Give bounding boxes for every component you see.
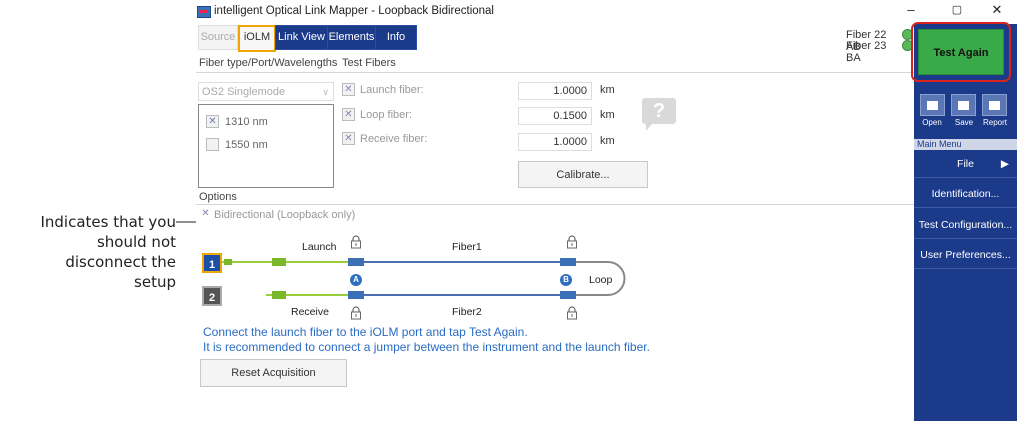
loop-fiber-label: Loop fiber: xyxy=(360,109,412,121)
fiber-type-value: OS2 Singlemode xyxy=(202,86,286,98)
launch-fiber-input[interactable]: 1.0000 xyxy=(518,82,592,100)
floppy-icon xyxy=(958,101,969,110)
receive-fiber-checkbox[interactable]: ✕ xyxy=(342,132,355,145)
application-window: intelligent Optical Link Mapper - Loopba… xyxy=(196,0,1017,421)
receive-label: Receive xyxy=(291,306,329,318)
receive-fiber-input[interactable]: 1.0000 xyxy=(518,133,592,151)
recommendation-message: It is recommended to connect a jumper be… xyxy=(203,340,650,354)
lock-icon xyxy=(351,235,361,249)
menu-item-user-preferences[interactable]: User Preferences... xyxy=(914,241,1017,269)
save-label: Save xyxy=(954,118,974,127)
bidirectional-label: Bidirectional (Loopback only) xyxy=(214,209,356,221)
wavelength-1550-checkbox[interactable] xyxy=(206,138,219,151)
wavelength-1550-label: 1550 nm xyxy=(225,139,268,151)
window-title: intelligent Optical Link Mapper - Loopba… xyxy=(214,5,494,17)
app-icon xyxy=(197,6,211,18)
chevron-right-icon: ▶ xyxy=(1000,158,1009,170)
test-again-button[interactable]: Test Again xyxy=(918,29,1004,75)
port-1-button[interactable]: 1 xyxy=(202,253,222,273)
report-label: Report xyxy=(982,118,1007,127)
callout-line: should not xyxy=(96,233,176,251)
fiber1-label: Fiber1 xyxy=(452,241,482,253)
help-icon[interactable]: ? xyxy=(642,98,676,131)
callout-line: disconnect the xyxy=(65,253,176,271)
launch-fiber-unit: km xyxy=(600,84,615,96)
wavelength-list: ✕ 1310 nm 1550 nm xyxy=(198,104,334,188)
tab-iolm[interactable]: iOLM xyxy=(238,25,276,52)
callout-annotation: Indicates that you should not disconnect… xyxy=(0,212,176,292)
title-bar: intelligent Optical Link Mapper - Loopba… xyxy=(196,0,1017,24)
close-button[interactable]: ✕ xyxy=(986,2,1008,18)
receive-fiber-label: Receive fiber: xyxy=(360,133,428,145)
point-b-marker: B xyxy=(560,274,572,286)
fiber-type-select[interactable]: OS2 Singlemode ∨ xyxy=(198,82,334,101)
menu-item-file[interactable]: File ▶ xyxy=(914,150,1017,178)
open-label: Open xyxy=(922,118,942,127)
minimize-button[interactable]: – xyxy=(900,2,922,17)
report-icon xyxy=(989,101,1000,110)
launch-fiber-label: Launch fiber: xyxy=(360,84,424,96)
fiber2-label: Fiber2 xyxy=(452,306,482,318)
lock-icon xyxy=(567,306,577,320)
menu-item-identification[interactable]: Identification... xyxy=(914,180,1017,208)
fiber-23-status: Fiber 23 BA xyxy=(846,40,887,64)
wavelength-1310-label: 1310 nm xyxy=(225,116,268,128)
tab-source[interactable]: Source xyxy=(198,25,238,50)
chevron-down-icon: ∨ xyxy=(322,87,329,97)
callout-line: setup xyxy=(134,273,176,291)
report-button[interactable] xyxy=(982,94,1007,116)
menu-item-test-configuration[interactable]: Test Configuration... xyxy=(914,211,1017,239)
loop-label: Loop xyxy=(589,274,613,286)
loop-fiber-unit: km xyxy=(600,109,615,121)
loop-fiber-input[interactable]: 0.1500 xyxy=(518,107,592,125)
calibrate-button[interactable]: Calibrate... xyxy=(518,161,648,188)
test-again-highlight: Test Again xyxy=(911,22,1011,82)
lock-icon xyxy=(567,235,577,249)
tab-link-view[interactable]: Link View xyxy=(275,25,328,50)
port-2-button[interactable]: 2 xyxy=(202,286,222,306)
reset-acquisition-button[interactable]: Reset Acquisition xyxy=(200,359,347,387)
menu-item-file-label: File xyxy=(957,158,974,170)
point-a-marker: A xyxy=(350,274,362,286)
wavelength-1310-checkbox[interactable]: ✕ xyxy=(206,115,219,128)
callout-line: Indicates that you xyxy=(40,213,176,231)
save-button[interactable] xyxy=(951,94,976,116)
receive-fiber-unit: km xyxy=(600,135,615,147)
divider xyxy=(196,72,914,73)
lock-icon xyxy=(351,306,361,320)
options-header: Options xyxy=(199,191,237,203)
bidirectional-checkbox[interactable]: ✕ xyxy=(199,208,212,221)
fiber-section-header: Fiber type/Port/Wavelengths xyxy=(199,57,338,69)
instruction-message: Connect the launch fiber to the iOLM por… xyxy=(203,325,528,339)
divider xyxy=(196,204,914,205)
tab-elements[interactable]: Elements xyxy=(327,25,376,50)
folder-icon xyxy=(927,101,938,110)
launch-label: Launch xyxy=(302,241,337,253)
tab-info[interactable]: Info xyxy=(375,25,417,50)
main-menu-header: Main Menu xyxy=(914,139,1017,150)
maximize-button[interactable]: ▢ xyxy=(946,3,968,16)
loop-fiber-checkbox[interactable]: ✕ xyxy=(342,108,355,121)
test-fibers-header: Test Fibers xyxy=(342,57,396,69)
launch-fiber-checkbox[interactable]: ✕ xyxy=(342,83,355,96)
open-button[interactable] xyxy=(920,94,945,116)
